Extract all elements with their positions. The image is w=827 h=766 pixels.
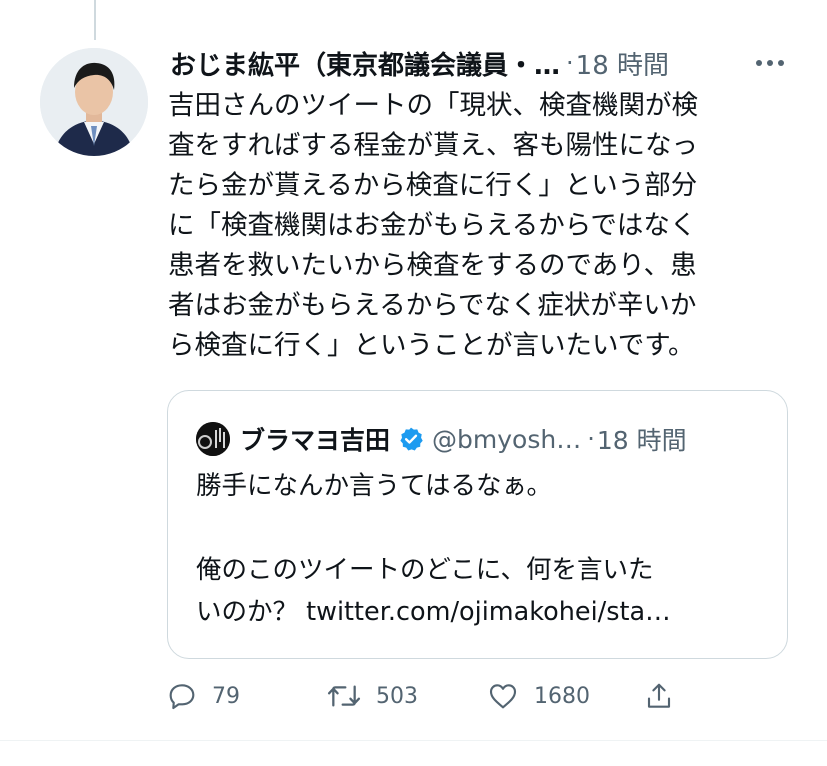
retweet-icon — [327, 685, 361, 707]
share-icon — [647, 683, 671, 708]
quoted-tweet-blank-line — [196, 507, 776, 549]
verified-badge-icon — [398, 426, 424, 452]
quoted-author-handle: @bmyosh… — [432, 424, 582, 454]
more-options-button[interactable] — [750, 50, 790, 76]
quoted-tweet-line: 勝手になんか言うてはるなぁ。 — [196, 471, 552, 501]
author-name[interactable]: おじま紘平（東京都議会議員・… — [170, 45, 560, 82]
avatar-photo — [40, 48, 148, 156]
retweet-button[interactable]: 503 — [326, 676, 418, 716]
tweet-body-line: 者はお金がもらえるからでなく症状が辛いか — [168, 290, 697, 321]
header-separator: · — [566, 49, 574, 77]
quoted-tweet-timestamp: 18 時間 — [596, 426, 687, 455]
quoted-tweet-body: 勝手になんか言うてはるなぁ。 俺のこのツイートのどこに、何を言いた いのか？ t… — [196, 465, 776, 633]
reply-button[interactable]: 79 — [166, 676, 240, 716]
quoted-avatar-image — [196, 422, 230, 456]
quoted-tweet-link-line[interactable]: いのか？ twitter.com/ojimakohei/sta… — [196, 591, 776, 633]
heart-icon — [489, 684, 517, 709]
share-button[interactable] — [644, 676, 674, 716]
quoted-author-avatar — [196, 422, 230, 456]
tweet-timestamp[interactable]: 18 時間 — [576, 45, 669, 82]
like-count: 1680 — [534, 683, 590, 709]
tweet-body-line: 査をすればする程金が貰え、客も陽性になっ — [168, 130, 698, 161]
tweet-body-line: に「検査機関はお金がもらえるからではなく — [168, 210, 697, 241]
tweet-divider — [0, 740, 827, 741]
quoted-header-separator: · — [587, 425, 595, 453]
tweet-body-line: 患者を救いたいから検査をするのであり、患 — [168, 250, 697, 281]
tweet-action-bar: 79 503 1680 — [166, 676, 806, 716]
quoted-author-name: ブラマヨ吉田 — [240, 426, 391, 455]
tweet-body-line: 吉田さんのツイートの「現状、検査機関が検 — [168, 90, 698, 121]
tweet-body-line: たら金が貰えるから検査に行く」という部分 — [168, 170, 698, 201]
quoted-tweet-header: ブラマヨ吉田 @bmyosh… · 18 時間 — [196, 421, 687, 457]
tweet-header: おじま紘平（東京都議会議員・… · 18 時間 — [170, 42, 810, 84]
more-horizontal-icon — [756, 60, 784, 66]
author-avatar[interactable] — [40, 48, 148, 156]
reply-count: 79 — [212, 683, 240, 709]
quoted-tweet-line: 俺のこのツイートのどこに、何を言いた — [196, 555, 654, 585]
thread-connector-line — [94, 0, 96, 40]
tweet-body-line: ら検査に行く」ということが言いたいです。 — [168, 330, 695, 361]
reply-icon — [169, 684, 195, 710]
retweet-count: 503 — [376, 683, 418, 709]
quoted-tweet-card[interactable]: ブラマヨ吉田 @bmyosh… · 18 時間 勝手になんか言うてはるなぁ。 俺… — [167, 390, 788, 659]
like-button[interactable]: 1680 — [486, 676, 590, 716]
tweet-body: 吉田さんのツイートの「現状、検査機関が検 査をすればする程金が貰え、客も陽性にな… — [168, 86, 798, 366]
